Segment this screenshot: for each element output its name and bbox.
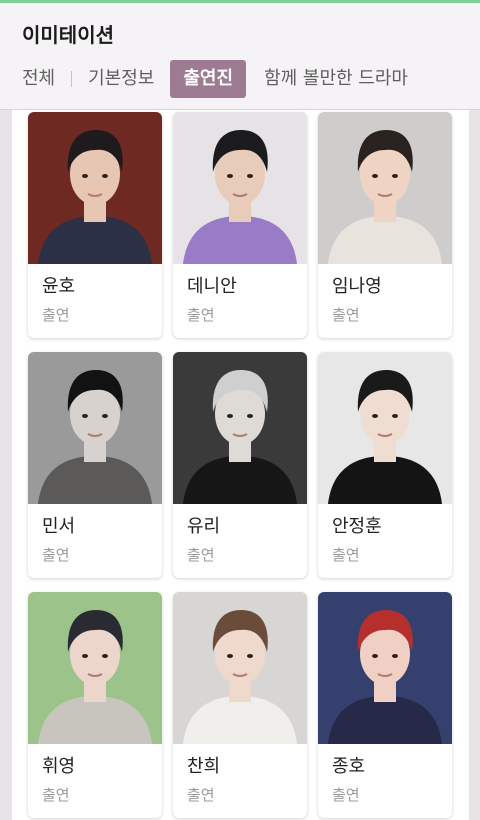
cast-name: 종호 [332, 756, 366, 777]
cast-name: 데니안 [187, 276, 237, 297]
cast-photo [173, 592, 307, 744]
cast-role: 출연 [187, 546, 215, 564]
cast-grid: 윤호 출연 데니안 출연 임나영 출연 민서 출연 유리 출연 안정훈 출연 휘영 출연 찬희 출연 종호 출연 [28, 112, 456, 818]
cast-photo [318, 352, 452, 504]
cast-photo [318, 592, 452, 744]
cast-role: 출연 [332, 306, 360, 324]
tab-all[interactable]: 전체 [22, 59, 55, 99]
cast-card[interactable]: 찬희출연 [173, 592, 307, 818]
cast-role: 출연 [42, 546, 70, 564]
header: 이미테이션 전체 기본정보 출연진 함께 볼만한 드라마 [0, 3, 480, 110]
cast-photo [173, 352, 307, 504]
cast-card[interactable]: 윤호출연 [28, 112, 162, 338]
cast-role: 출연 [187, 306, 215, 324]
cast-role: 출연 [42, 306, 70, 324]
cast-name: 찬희 [187, 756, 221, 777]
cast-name: 안정훈 [332, 516, 382, 537]
tab-basic-info[interactable]: 기본정보 [88, 59, 154, 99]
cast-photo [28, 112, 162, 264]
cast-photo [173, 112, 307, 264]
cast-role: 출연 [332, 546, 360, 564]
cast-photo [28, 352, 162, 504]
tab-divider [71, 71, 73, 87]
tab-recommended-dramas[interactable]: 함께 볼만한 드라마 [264, 59, 408, 99]
tab-bar: 전체 기본정보 출연진 함께 볼만한 드라마 [22, 59, 408, 99]
cast-name: 휘영 [42, 756, 76, 777]
cast-card[interactable]: 안정훈출연 [318, 352, 452, 578]
page-title: 이미테이션 [22, 23, 114, 47]
cast-card[interactable]: 종호출연 [318, 592, 452, 818]
cast-name: 민서 [42, 516, 76, 537]
tab-cast[interactable]: 출연진 [170, 60, 247, 98]
cast-role: 출연 [187, 786, 215, 804]
cast-card[interactable]: 휘영출연 [28, 592, 162, 818]
cast-card[interactable]: 유리출연 [173, 352, 307, 578]
cast-photo [28, 592, 162, 744]
cast-panel: 윤호 출연 데니안 출연 임나영 출연 민서 출연 유리 출연 안정훈 출연 휘영 출연 찬희 출연 종호 출연 [12, 110, 469, 820]
cast-role: 출연 [332, 786, 360, 804]
cast-card[interactable]: 데니안출연 [173, 112, 307, 338]
cast-card[interactable]: 임나영출연 [318, 112, 452, 338]
cast-photo [318, 112, 452, 264]
cast-card[interactable]: 민서출연 [28, 352, 162, 578]
cast-name: 유리 [187, 516, 221, 537]
cast-role: 출연 [42, 786, 70, 804]
cast-name: 윤호 [42, 276, 76, 297]
cast-name: 임나영 [332, 276, 382, 297]
